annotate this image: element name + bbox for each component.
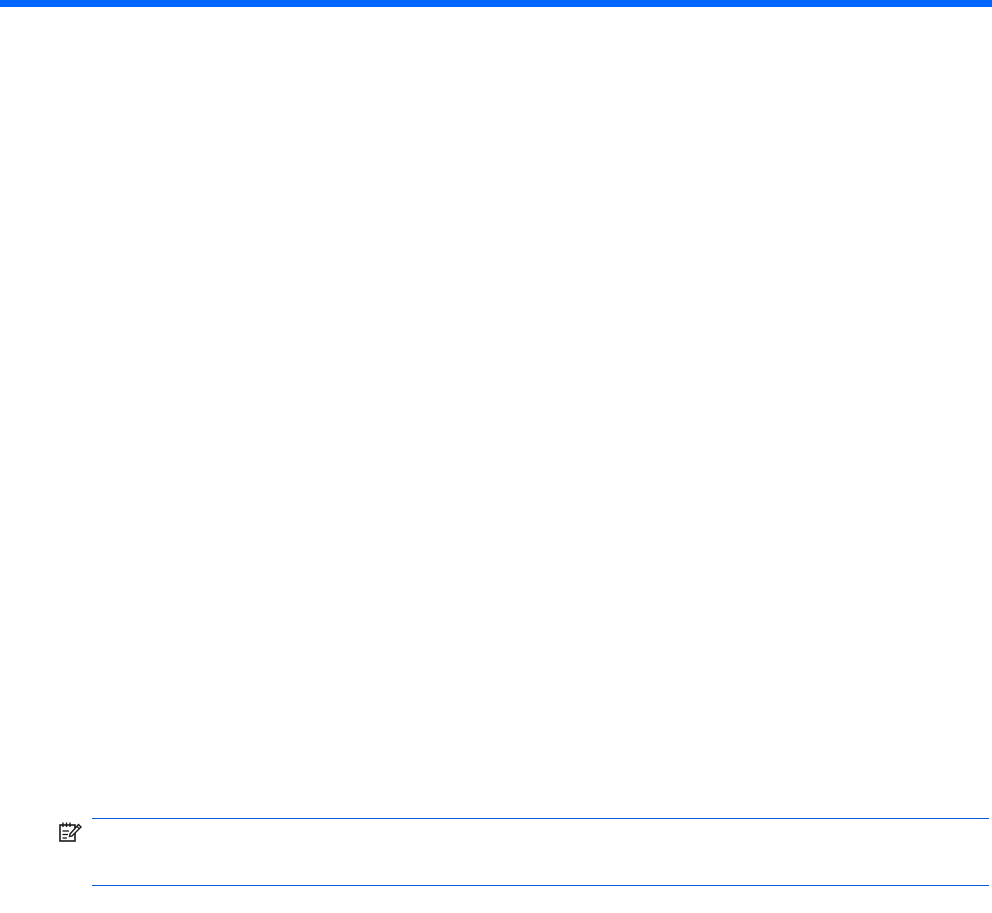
- page-content-area: [0, 7, 992, 813]
- note-pencil-icon-graphic: [59, 822, 82, 842]
- top-accent-bar: [0, 0, 992, 7]
- note-callout: [0, 813, 992, 913]
- note-bottom-rule: [92, 885, 989, 886]
- note-top-rule: [92, 818, 989, 819]
- note-pencil-icon: [58, 821, 82, 843]
